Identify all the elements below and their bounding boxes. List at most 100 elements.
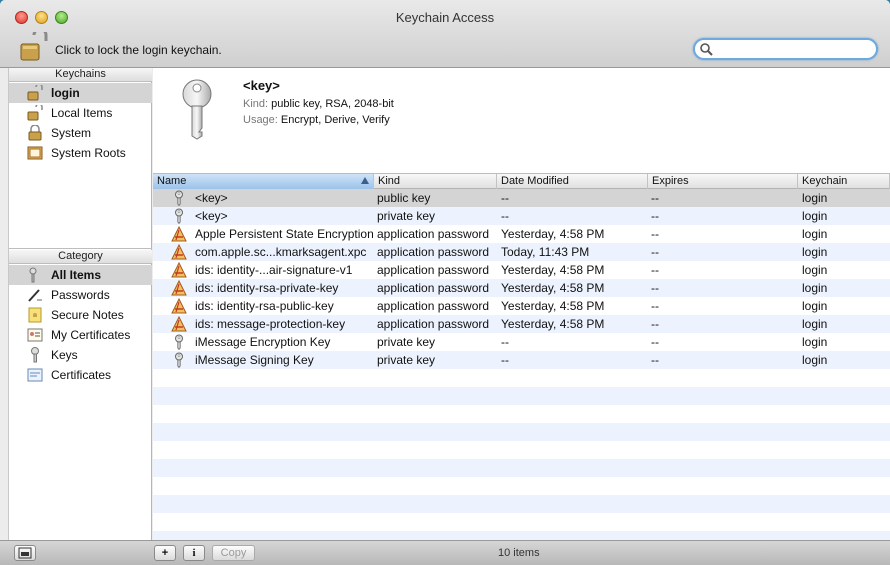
cell-kind: private key [377, 353, 436, 367]
cell-kind: application password [377, 299, 490, 313]
table-row[interactable]: ids: identity-rsa-private-key application… [153, 279, 890, 297]
empty-row [153, 531, 890, 540]
sidebar-toggle-icon [18, 547, 32, 559]
cell-date: Yesterday, 4:58 PM [501, 281, 605, 295]
column-header-name[interactable]: Name [153, 174, 374, 189]
cell-expires: -- [651, 281, 659, 295]
cell-expires: -- [651, 227, 659, 241]
cell-name: ids: identity-...air-signature-v1 [195, 263, 353, 277]
note-icon [27, 307, 43, 323]
category-item-certificates[interactable]: Certificates [9, 365, 152, 385]
certificate-person-icon [27, 327, 43, 343]
cell-date: Yesterday, 4:58 PM [501, 299, 605, 313]
empty-row [153, 441, 890, 459]
keychain-item-label: login [51, 86, 80, 100]
category-item-all-items[interactable]: All Items [9, 265, 152, 285]
application-password-icon [171, 243, 187, 260]
lock-button[interactable] [18, 27, 48, 62]
table-row[interactable]: iMessage Signing Key private key -- -- login [153, 351, 890, 369]
cell-expires: -- [651, 353, 659, 367]
cell-date: Yesterday, 4:58 PM [501, 317, 605, 331]
column-header-date-modified[interactable]: Date Modified [497, 174, 648, 189]
add-item-button[interactable]: + [154, 545, 176, 561]
cell-kind: application password [377, 263, 490, 277]
table-row[interactable]: com.apple.sc...kmarksagent.xpc applicatio… [153, 243, 890, 261]
table-header: Name Kind Date Modified Expires Keychain [153, 174, 890, 189]
sidebar-divider[interactable] [9, 248, 152, 249]
cell-date: -- [501, 191, 509, 205]
keychain-item-label: System [51, 126, 92, 140]
keychains-header: Keychains [9, 68, 152, 82]
locked-padlock-icon [27, 124, 43, 141]
window-title: Keychain Access [395, 10, 495, 25]
table-rows: <key> public key -- -- login <key> private key… [153, 189, 890, 540]
column-header-kind[interactable]: Kind [374, 174, 497, 189]
table-row[interactable]: <key> public key -- -- login [153, 189, 890, 207]
table-row[interactable]: ids: identity-rsa-public-key application … [153, 297, 890, 315]
cell-keychain: login [802, 209, 828, 223]
category-item-my-certificates[interactable]: My Certificates [9, 325, 152, 345]
keychain-item-system[interactable]: System [9, 123, 152, 143]
empty-row [153, 513, 890, 531]
column-header-expires[interactable]: Expires [648, 174, 798, 189]
keychain-item-login[interactable]: login [9, 83, 152, 103]
cell-kind: public key [377, 191, 431, 205]
table-row[interactable]: ids: identity-...air-signature-v1 applica… [153, 261, 890, 279]
cell-date: Today, 11:43 PM [501, 245, 590, 259]
keychain-item-local-items[interactable]: Local Items [9, 103, 152, 123]
category-item-secure-notes[interactable]: Secure Notes [9, 305, 152, 325]
category-item-label: Passwords [51, 288, 110, 302]
cell-name: ids: message-protection-key [195, 317, 346, 331]
item-kind-line: Kind: public key, RSA, 2048-bit [243, 98, 394, 110]
lock-instruction-text: Click to lock the login keychain. [55, 43, 222, 57]
certificate-icon [27, 367, 43, 383]
item-count: 10 items [498, 547, 540, 559]
application-password-icon [171, 315, 187, 332]
empty-row [153, 423, 890, 441]
cell-keychain: login [802, 245, 828, 259]
kind-value: public key, RSA, 2048-bit [271, 98, 394, 110]
empty-row [153, 405, 890, 423]
copy-button[interactable]: Copy [212, 545, 255, 561]
bottom-bar: + i Copy 10 items [0, 540, 890, 565]
cell-keychain: login [802, 299, 828, 313]
cell-date: -- [501, 353, 509, 367]
empty-row [153, 495, 890, 513]
kind-label: Kind: [243, 98, 269, 110]
column-header-keychain[interactable]: Keychain [798, 174, 890, 189]
category-item-keys[interactable]: Keys [9, 345, 152, 365]
cell-keychain: login [802, 227, 828, 241]
usage-label: Usage: [243, 114, 278, 126]
pen-icon [27, 287, 43, 303]
key-icon [171, 334, 187, 351]
item-usage-line: Usage: Encrypt, Derive, Verify [243, 114, 390, 126]
item-name: <key> [243, 78, 280, 93]
table-row[interactable]: <key> private key -- -- login [153, 207, 890, 225]
keychain-item-system-roots[interactable]: System Roots [9, 143, 152, 163]
unlocked-padlock-icon [27, 83, 43, 101]
category-item-label: Certificates [51, 368, 112, 382]
table-row[interactable]: ids: message-protection-key application p… [153, 315, 890, 333]
cell-keychain: login [802, 281, 828, 295]
table-row[interactable]: iMessage Encryption Key private key -- -- lo… [153, 333, 890, 351]
key-icon [182, 79, 212, 140]
application-password-icon [171, 225, 187, 242]
category-item-label: My Certificates [51, 328, 131, 342]
key-icon [171, 352, 187, 369]
category-header: Category [9, 250, 152, 264]
empty-row [153, 369, 890, 387]
search-field[interactable] [693, 38, 878, 60]
cell-expires: -- [651, 191, 659, 205]
cell-keychain: login [802, 263, 828, 277]
cell-name: com.apple.sc...kmarksagent.xpc [195, 245, 367, 259]
search-input[interactable] [717, 41, 872, 57]
table-row[interactable]: Apple Persistent State Encryption applica… [153, 225, 890, 243]
cell-date: -- [501, 335, 509, 349]
cell-expires: -- [651, 245, 659, 259]
application-password-icon [171, 261, 187, 278]
cell-kind: private key [377, 335, 436, 349]
info-button[interactable]: i [183, 545, 205, 561]
toggle-sidebar-button[interactable] [14, 545, 36, 561]
category-item-passwords[interactable]: Passwords [9, 285, 152, 305]
empty-row [153, 459, 890, 477]
